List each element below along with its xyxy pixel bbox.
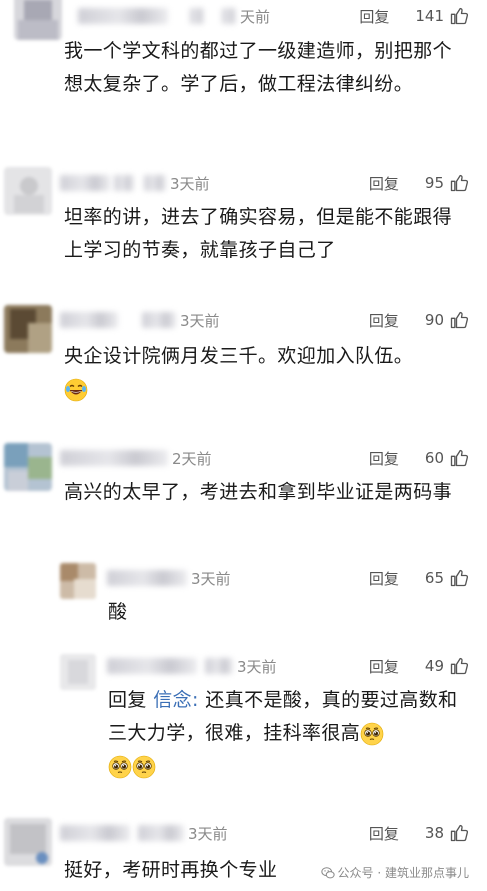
avatar[interactable]: [4, 443, 52, 491]
username[interactable]: [60, 312, 118, 328]
comment-time: 3天前: [188, 824, 228, 843]
comment-text: 高兴的太早了，考进去和拿到毕业证是两码事: [64, 481, 453, 503]
reply-prefix: 回复: [108, 689, 154, 711]
comment-time: 3天前: [170, 174, 210, 193]
comment-actions: 回复 65: [369, 563, 469, 593]
comment-text: 酸: [108, 601, 128, 623]
mention-link[interactable]: 信念:: [153, 689, 199, 711]
username[interactable]: [60, 450, 168, 466]
avatar[interactable]: [14, 0, 62, 40]
comment-meta: 3天前: [107, 563, 231, 593]
thumbs-up-icon[interactable]: [449, 173, 469, 193]
like-count: 90: [424, 311, 444, 329]
comment-item: 2天前 回复 60 高兴的太早了，考进去和拿到毕业证是两码事: [0, 443, 487, 553]
comment-text: 坦率的讲，进去了确实容易，但是能不能跟得上学习的节奏，就靠孩子自己了: [64, 206, 453, 261]
comment-text-body: 央企设计院俩月发三千。欢迎加入队伍。: [64, 345, 414, 367]
reply-item: 3天前 回复 49 回复 信念: 还真不是酸，真的要过高数和三大力学，很难，挂科…: [0, 651, 487, 791]
like-count: 65: [424, 569, 444, 587]
thumbs-up-icon[interactable]: [449, 568, 469, 588]
comment-text: 央企设计院俩月发三千。欢迎加入队伍。: [64, 340, 464, 406]
comment-actions: 回复 90: [369, 305, 469, 335]
reply-button[interactable]: 回复: [359, 6, 389, 27]
thumbs-up-icon[interactable]: [449, 448, 469, 468]
comment-meta: 2天前: [60, 443, 212, 473]
username[interactable]: [107, 570, 187, 586]
comment-item: 3天前 回复 95 坦率的讲，进去了确实容易，但是能不能跟得上学习的节奏，就靠孩…: [0, 163, 487, 303]
pleading-face-icon: [132, 755, 156, 779]
avatar[interactable]: [4, 167, 52, 215]
comment-meta: 3天前: [60, 818, 228, 848]
thumbs-up-icon[interactable]: [449, 823, 469, 843]
comment-meta: 3天前: [107, 651, 277, 681]
comment-actions: 回复 49: [369, 651, 469, 681]
username[interactable]: [107, 658, 197, 674]
face-with-tears-of-joy-icon: [64, 378, 88, 402]
thumbs-up-icon[interactable]: [449, 656, 469, 676]
comment-time: 3天前: [191, 569, 231, 588]
comment-time: 2天前: [172, 449, 212, 468]
thumbs-up-icon[interactable]: [449, 6, 469, 26]
comment-meta: 3天前: [60, 168, 210, 198]
comment-item: 天前 回复 141 我一个学文科的都过了一级建造师，别把那个想太复杂了。学了后，…: [0, 0, 487, 160]
comment-actions: 回复 95: [369, 168, 469, 198]
comment-text: 回复 信念: 还真不是酸，真的要过高数和三大力学，很难，挂科率很高: [108, 684, 468, 783]
watermark: 公众号 · 建筑业那点事儿: [316, 863, 473, 882]
comment-actions: 回复 38: [369, 818, 469, 848]
comment-meta: 天前: [78, 1, 270, 31]
pleading-face-icon: [108, 755, 132, 779]
avatar[interactable]: [60, 563, 96, 599]
comment-actions: 回复 60: [369, 443, 469, 473]
comment-time: 天前: [240, 7, 271, 26]
like-count: 38: [424, 824, 444, 842]
comment-text: 我一个学文科的都过了一级建造师，别把那个想太复杂了。学了后，做工程法律纠纷。: [64, 40, 453, 95]
avatar[interactable]: [60, 654, 96, 690]
avatar[interactable]: [4, 305, 52, 353]
reply-button[interactable]: 回复: [369, 823, 399, 844]
comment-time: 3天前: [237, 657, 277, 676]
thumbs-up-icon[interactable]: [449, 310, 469, 330]
comment-time: 3天前: [180, 311, 220, 330]
comment-meta: 3天前: [60, 305, 220, 335]
reply-button[interactable]: 回复: [369, 173, 399, 194]
like-count: 95: [424, 174, 444, 192]
reply-button[interactable]: 回复: [369, 310, 399, 331]
comment-actions: 回复 141: [359, 1, 469, 31]
reply-button[interactable]: 回复: [369, 448, 399, 469]
wechat-icon: [320, 866, 335, 878]
username[interactable]: [78, 8, 168, 24]
comment-item: 3天前 回复 90 央企设计院俩月发三千。欢迎加入队伍。: [0, 305, 487, 437]
reply-item: 3天前 回复 65 酸: [0, 563, 487, 648]
username[interactable]: [60, 175, 110, 191]
reply-button[interactable]: 回复: [369, 656, 399, 677]
avatar[interactable]: [4, 818, 52, 866]
like-count: 141: [415, 7, 444, 25]
reply-button[interactable]: 回复: [369, 568, 399, 589]
like-count: 49: [424, 657, 444, 675]
pleading-face-icon: [360, 722, 384, 746]
username[interactable]: [60, 825, 130, 841]
like-count: 60: [424, 449, 444, 467]
watermark-text: 公众号 · 建筑业那点事儿: [337, 866, 469, 880]
